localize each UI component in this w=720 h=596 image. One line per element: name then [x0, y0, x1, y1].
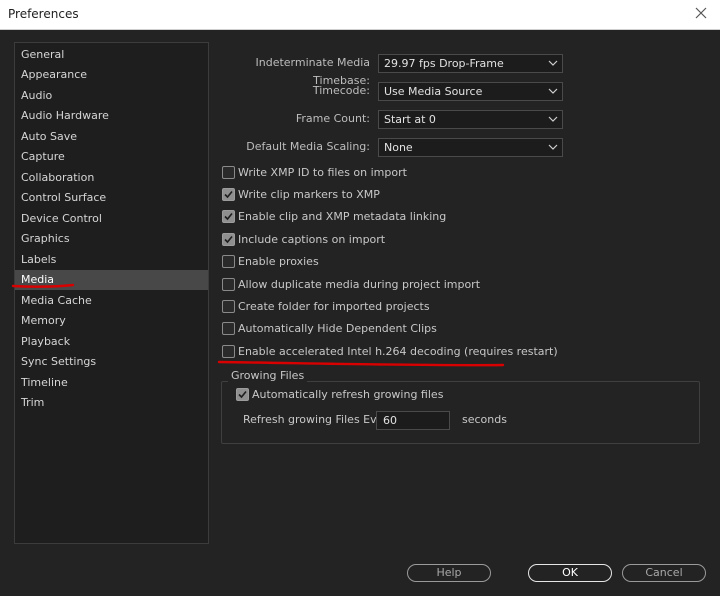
- help-button[interactable]: Help: [407, 564, 491, 582]
- cancel-button[interactable]: Cancel: [622, 564, 706, 582]
- ok-button[interactable]: OK: [528, 564, 612, 582]
- annotation-underlines: [11, 283, 505, 367]
- annotation-underline-h264: [217, 360, 505, 367]
- annotation-underline-media: [11, 283, 75, 288]
